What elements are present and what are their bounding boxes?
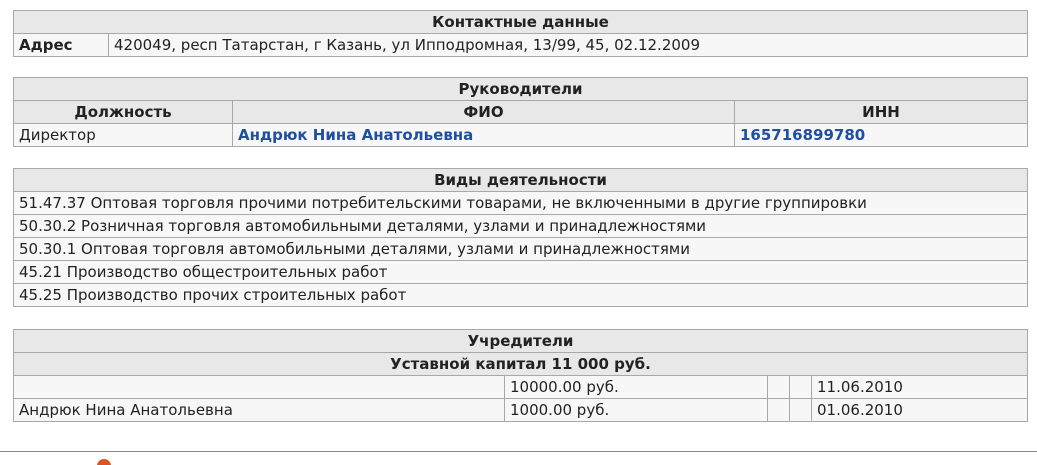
managers-header-row: Руководители (13, 77, 1028, 101)
activity-item: 51.47.37 Оптовая торговля прочими потреб… (13, 191, 1028, 215)
capital-row: Уставной капитал 11 000 руб. (13, 352, 1028, 376)
activities-header-row: Виды деятельности (13, 168, 1028, 192)
activity-item: 50.30.2 Розничная торговля автомобильным… (13, 214, 1028, 238)
column-header-inn: ИНН (734, 100, 1028, 124)
managers-title: Руководители (13, 77, 1028, 101)
table-row: 10000.00 руб. 11.06.2010 (13, 375, 1028, 399)
founder-col3 (767, 398, 790, 422)
contacts-table: Контактные данные Адрес 420049, респ Тат… (13, 10, 1028, 57)
column-header-position: Должность (13, 100, 233, 124)
address-row: Адрес 420049, респ Татарстан, г Казань, … (13, 33, 1028, 57)
circle-icon (97, 459, 111, 465)
activity-item: 50.30.1 Оптовая торговля автомобильными … (13, 237, 1028, 261)
founders-title: Учредители (13, 329, 1028, 353)
managers-columns-row: Должность ФИО ИНН (13, 100, 1028, 124)
table-row: Директор Андрюк Нина Анатольевна 1657168… (13, 123, 1028, 147)
founder-amount: 1000.00 руб. (504, 398, 768, 422)
founders-table: Учредители Уставной капитал 11 000 руб. … (13, 329, 1028, 422)
capital-value: Уставной капитал 11 000 руб. (13, 352, 1028, 376)
founder-col4 (789, 398, 812, 422)
manager-name-link[interactable]: Андрюк Нина Анатольевна (238, 126, 473, 144)
contacts-header-row: Контактные данные (13, 10, 1028, 34)
activity-item: 45.25 Производство прочих строительных р… (13, 283, 1028, 307)
footer-divider (0, 451, 1037, 452)
page: Контактные данные Адрес 420049, респ Тат… (0, 0, 1037, 465)
founder-amount: 10000.00 руб. (504, 375, 768, 399)
manager-name-cell: Андрюк Нина Анатольевна (232, 123, 735, 147)
founder-date: 11.06.2010 (811, 375, 1028, 399)
list-item: 50.30.1 Оптовая торговля автомобильными … (13, 237, 1028, 261)
manager-inn-link[interactable]: 165716899780 (740, 126, 865, 144)
founder-col4 (789, 375, 812, 399)
list-item: 45.25 Производство прочих строительных р… (13, 283, 1028, 307)
address-value: 420049, респ Татарстан, г Казань, ул Ипп… (108, 33, 1028, 57)
activities-title: Виды деятельности (13, 168, 1028, 192)
manager-inn-cell: 165716899780 (734, 123, 1028, 147)
founder-date: 01.06.2010 (811, 398, 1028, 422)
list-item: 51.47.37 Оптовая торговля прочими потреб… (13, 191, 1028, 215)
activity-item: 45.21 Производство общестроительных рабо… (13, 260, 1028, 284)
managers-table: Руководители Должность ФИО ИНН Директор … (13, 77, 1028, 147)
founder-name (13, 375, 505, 399)
list-item: 45.21 Производство общестроительных рабо… (13, 260, 1028, 284)
manager-position: Директор (13, 123, 233, 147)
activities-table: Виды деятельности 51.47.37 Оптовая торго… (13, 168, 1028, 307)
contacts-title: Контактные данные (13, 10, 1028, 34)
founder-name: Андрюк Нина Анатольевна (13, 398, 505, 422)
address-label: Адрес (13, 33, 109, 57)
table-row: Андрюк Нина Анатольевна 1000.00 руб. 01.… (13, 398, 1028, 422)
column-header-name: ФИО (232, 100, 735, 124)
founders-header-row: Учредители (13, 329, 1028, 353)
list-item: 50.30.2 Розничная торговля автомобильным… (13, 214, 1028, 238)
founder-col3 (767, 375, 790, 399)
